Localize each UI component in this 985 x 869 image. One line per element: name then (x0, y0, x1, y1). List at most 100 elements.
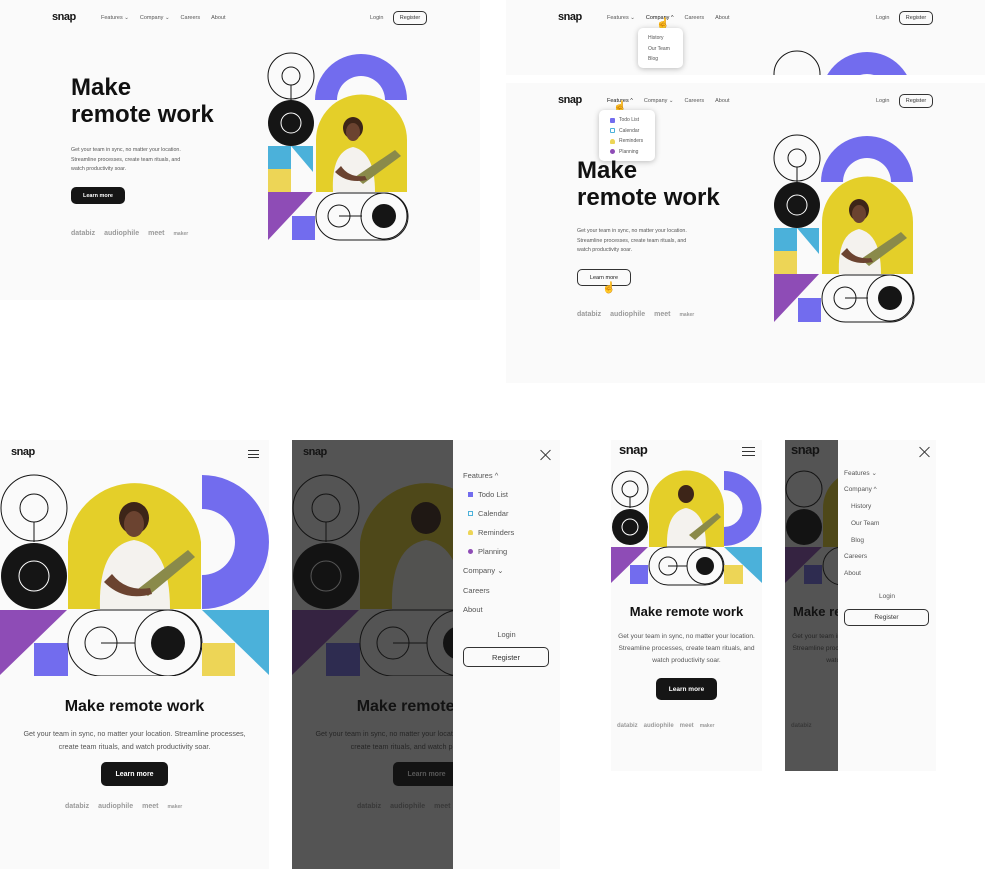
brand-logo[interactable]: snap (11, 446, 35, 458)
calendar-icon (610, 128, 615, 134)
drawer-overlay[interactable] (785, 440, 838, 771)
drawer-features-planning[interactable]: Planning (468, 547, 507, 556)
client-logos: databiz audiophile meet maker (65, 803, 182, 810)
brand-logo[interactable]: snap (619, 442, 648, 457)
drawer-careers[interactable]: Careers (463, 586, 490, 595)
nav-features[interactable]: Features ⌄ (607, 15, 635, 21)
client-maker: maker (173, 230, 189, 237)
client-audiophile: audiophile (98, 803, 134, 810)
drawer-overlay[interactable] (292, 440, 453, 869)
company-menu-blog[interactable]: Blog (648, 54, 673, 65)
client-audiophile: audiophile (610, 311, 646, 318)
close-icon[interactable] (539, 449, 551, 461)
hero-title-line1: Make (577, 157, 638, 184)
nav-careers[interactable]: Careers (181, 15, 201, 21)
close-icon[interactable] (918, 446, 930, 458)
desktop-screenshot-features-menu: snap Features ^ Company ⌄ Careers About … (506, 83, 985, 383)
calendar-icon (468, 511, 473, 516)
learn-more-button[interactable]: Learn more (71, 187, 125, 204)
drawer-features-calendar[interactable]: Calendar (468, 509, 508, 518)
drawer-about[interactable]: About (844, 570, 861, 577)
register-button[interactable]: Register (393, 11, 427, 25)
reminders-icon (610, 138, 615, 144)
nav-careers[interactable]: Careers (685, 15, 705, 21)
drawer-features-todo[interactable]: Todo List (468, 490, 508, 499)
company-dropdown: History Our Team Blog (638, 28, 683, 68)
brand-logo[interactable]: snap (558, 94, 582, 106)
features-menu-reminders[interactable]: Reminders (610, 136, 645, 147)
hamburger-icon[interactable] (742, 447, 755, 456)
drawer-login[interactable]: Login (838, 593, 936, 600)
nav-about[interactable]: About (211, 15, 225, 21)
hero-title-line1: Make (71, 74, 132, 101)
features-menu-calendar[interactable]: Calendar (610, 126, 645, 137)
tablet-screenshot: snap Make remote work Get your team in s… (0, 440, 269, 869)
login-link[interactable]: Login (876, 98, 889, 104)
drawer-company-blog[interactable]: Blog (851, 537, 864, 544)
drawer-company[interactable]: Company ⌄ (463, 566, 504, 575)
hero-title: Make remote work (629, 604, 744, 619)
features-menu-todo[interactable]: Todo List (610, 115, 645, 126)
drawer-features[interactable]: Features ⌄ (844, 469, 877, 477)
hero-illustration-cropped (773, 50, 907, 75)
hero-desc-line3: watch productivity soar. (71, 166, 127, 172)
nav-features[interactable]: Features ⌄ (101, 15, 129, 21)
main-nav: Features ⌄ Company ⌄ Careers About (101, 15, 225, 21)
chevron-up-icon: ^ (494, 471, 499, 480)
drawer-features-reminders[interactable]: Reminders (468, 528, 514, 537)
features-menu-planning[interactable]: Planning (610, 147, 645, 158)
chevron-down-icon: ⌄ (630, 15, 635, 21)
brand-logo[interactable]: snap (52, 11, 76, 23)
tablet-screenshot-drawer: snap Make remote work Get your team in s… (292, 440, 560, 869)
nav-about[interactable]: About (715, 15, 729, 21)
illustration-black-circle (268, 100, 314, 146)
drawer-login[interactable]: Login (453, 630, 560, 639)
client-databiz: databiz (71, 230, 96, 237)
register-button[interactable]: Register (899, 11, 933, 25)
nav-drawer: Features ^ Todo List Calendar Reminders … (453, 440, 560, 869)
hero-description: Get your team in sync, no matter your lo… (618, 633, 755, 664)
register-button[interactable]: Register (899, 94, 933, 108)
drawer-company-history[interactable]: History (851, 503, 871, 510)
desktop-screenshot-company-menu: snap Features ⌄ Company ^ Careers About … (506, 0, 985, 75)
client-audiophile: audiophile (104, 230, 140, 237)
nav-company[interactable]: Company ⌄ (644, 98, 674, 104)
hero-desc-line3: watch productivity soar. (577, 247, 633, 253)
brand-logo[interactable]: snap (558, 11, 582, 23)
hero-title: Make remote work (71, 74, 214, 129)
nav-about[interactable]: About (715, 98, 729, 104)
learn-more-button[interactable]: Learn more (101, 762, 168, 786)
hamburger-icon[interactable] (248, 450, 259, 458)
hero-title: Make remote work (577, 157, 720, 212)
desktop-screenshot-1: snap Features ⌄ Company ⌄ Careers About … (0, 0, 480, 300)
learn-more-button[interactable]: Learn more (656, 678, 717, 700)
client-databiz: databiz (577, 311, 602, 318)
nav-careers[interactable]: Careers (685, 98, 705, 104)
login-link[interactable]: Login (370, 15, 383, 21)
hero-illustration (267, 52, 409, 241)
chevron-up-icon: ^ (873, 486, 877, 493)
drawer-about[interactable]: About (463, 605, 483, 614)
drawer-features[interactable]: Features ^ (463, 471, 498, 480)
drawer-company-our-team[interactable]: Our Team (851, 520, 879, 527)
company-menu-our-team[interactable]: Our Team (648, 44, 673, 55)
planning-icon (468, 549, 473, 554)
hero-illustration-mobile (611, 470, 762, 586)
todo-icon (610, 117, 615, 123)
illustration-yellow-square (268, 169, 291, 192)
company-menu-history[interactable]: History (648, 33, 673, 44)
client-logos: databiz audiophile meet maker (577, 311, 694, 318)
login-link[interactable]: Login (876, 15, 889, 21)
hero-title-line2: remote work (71, 100, 214, 128)
nav-company[interactable]: Company ⌄ (140, 15, 170, 21)
hero-description: Get your team in sync, no matter your lo… (71, 146, 181, 175)
hero-desc-line2: Streamline processes, create team ritual… (71, 156, 181, 163)
drawer-register-button[interactable]: Register (463, 647, 549, 667)
client-meet: meet (148, 230, 165, 237)
illustration-indigo-square (292, 216, 315, 240)
planning-icon (610, 149, 615, 155)
drawer-company[interactable]: Company ^ (844, 486, 877, 493)
chevron-down-icon: ⌄ (497, 566, 504, 575)
drawer-careers[interactable]: Careers (844, 553, 867, 560)
drawer-register-button[interactable]: Register (844, 609, 929, 626)
